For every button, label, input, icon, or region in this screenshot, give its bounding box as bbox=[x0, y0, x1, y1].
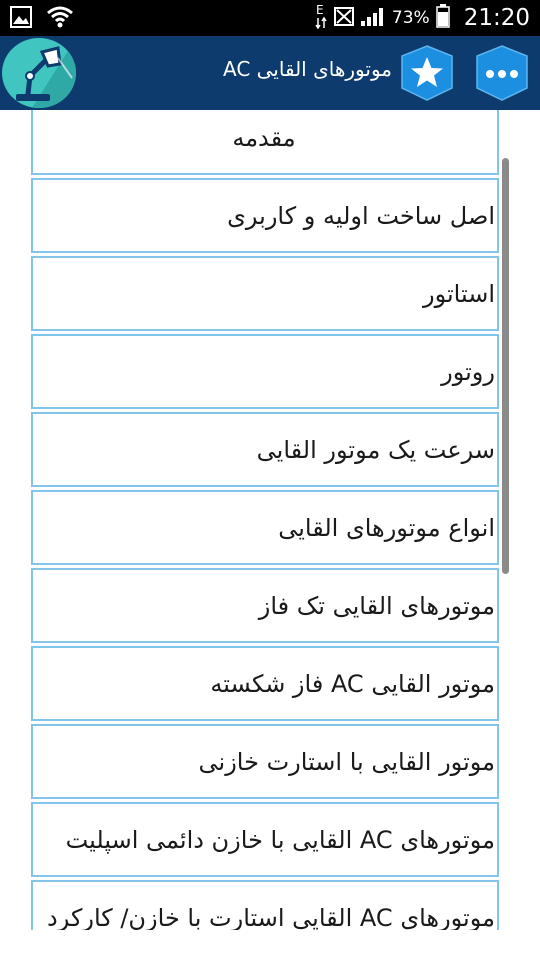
status-bar: E 73% 21:20 bbox=[0, 0, 540, 36]
list-item[interactable]: استاتور bbox=[31, 256, 499, 331]
list-item-label: موتورهای AC القایی با خازن دائمی اسپلیت bbox=[65, 825, 495, 854]
list-item[interactable]: موتور القایی با استارت خازنی bbox=[31, 724, 499, 799]
gallery-icon bbox=[10, 6, 32, 32]
list-item-label: انواع موتورهای القایی bbox=[278, 513, 495, 542]
page-title: موتورهای القایی AC bbox=[222, 57, 392, 81]
wifi-icon bbox=[46, 6, 74, 32]
list-item-label: اصل ساخت اولیه و کاربری bbox=[227, 201, 495, 230]
list-item-label: موتور القایی AC فاز شکسته bbox=[210, 669, 495, 698]
list-item[interactable]: اصل ساخت اولیه و کاربری bbox=[31, 178, 499, 253]
list-item-label: استاتور bbox=[423, 279, 495, 308]
list-item[interactable]: موتورهای القایی تک فاز bbox=[31, 568, 499, 643]
list-item[interactable]: موتور القایی AC فاز شکسته bbox=[31, 646, 499, 721]
list-item-label: روتور bbox=[441, 357, 495, 386]
more-dots-icon bbox=[476, 45, 528, 101]
app-bar: موتورهای القایی AC bbox=[0, 36, 540, 110]
list-item-label: مقدمه bbox=[232, 123, 296, 152]
svg-text:E: E bbox=[316, 3, 324, 17]
list-item[interactable]: مقدمه bbox=[31, 110, 499, 175]
battery-percent: 73% bbox=[391, 8, 430, 28]
favorite-button[interactable] bbox=[398, 44, 456, 102]
list-item[interactable]: موتورهای AC القایی استارت با خازن/ کارکر… bbox=[31, 880, 499, 930]
list-item[interactable]: موتورهای AC القایی با خازن دائمی اسپلیت bbox=[31, 802, 499, 877]
list-item-label: سرعت یک موتور القایی bbox=[256, 435, 495, 464]
more-button[interactable] bbox=[473, 44, 531, 102]
clock: 21:20 bbox=[463, 5, 530, 31]
sim-off-icon bbox=[333, 5, 354, 31]
desk-lamp-logo bbox=[2, 38, 76, 108]
list-item-label: موتور القایی با استارت خازنی bbox=[198, 747, 495, 776]
list-item[interactable]: انواع موتورهای القایی bbox=[31, 490, 499, 565]
list-item-label: موتورهای القایی تک فاز bbox=[258, 591, 495, 620]
star-icon bbox=[401, 45, 453, 101]
bottom-area bbox=[0, 930, 540, 960]
list-item[interactable]: روتور bbox=[31, 334, 499, 409]
battery-icon bbox=[435, 4, 450, 32]
scrollbar[interactable] bbox=[502, 158, 509, 574]
data-e-icon: E bbox=[314, 2, 328, 34]
signal-icon bbox=[360, 5, 386, 31]
list-item-label: موتورهای AC القایی استارت با خازن/ کارکر… bbox=[47, 903, 495, 931]
chapter-list[interactable]: مقدمه اصل ساخت اولیه و کاربری استاتور رو… bbox=[0, 110, 540, 930]
list-item[interactable]: سرعت یک موتور القایی bbox=[31, 412, 499, 487]
